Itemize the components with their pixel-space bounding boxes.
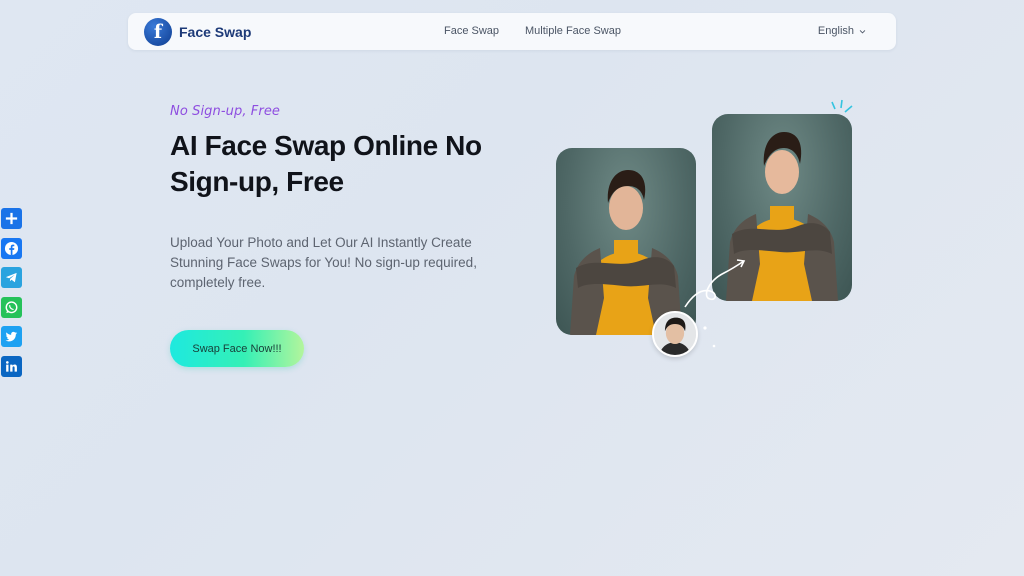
nav-link-multiple-face-swap[interactable]: Multiple Face Swap — [525, 25, 621, 37]
brand-name: Face Swap — [179, 24, 252, 40]
chevron-down-icon — [859, 29, 866, 34]
top-navbar: f Face Swap Face Swap Multiple Face Swap… — [128, 13, 896, 50]
facebook-icon — [4, 241, 19, 255]
nav-link-face-swap[interactable]: Face Swap — [444, 25, 499, 37]
original-photo — [556, 148, 696, 335]
whatsapp-share-button[interactable] — [1, 296, 22, 318]
share-button[interactable] — [1, 208, 22, 229]
twitter-share-button[interactable] — [1, 326, 22, 347]
language-label: English — [817, 25, 854, 37]
linkedin-icon — [6, 360, 17, 372]
whatsapp-icon — [5, 300, 18, 313]
language-selector[interactable]: English — [818, 25, 866, 37]
face-source-avatar — [652, 311, 698, 357]
swap-arrow-icon — [684, 259, 746, 308]
face-swap-logo: f — [144, 18, 172, 46]
brand-link[interactable]: f Face Swap — [144, 18, 251, 46]
telegram-share-button[interactable] — [1, 267, 22, 288]
plus-icon — [5, 212, 18, 225]
face-source-image — [654, 313, 696, 355]
man-yellow-sweater-photo — [570, 170, 682, 335]
hero-description: Upload Your Photo and Let Our AI Instant… — [170, 235, 477, 290]
share-sidebar — [1, 208, 23, 385]
linkedin-share-button[interactable] — [1, 355, 22, 377]
swap-face-now-button[interactable]: Swap Face Now!!! — [170, 330, 304, 367]
sparkle-icon — [831, 99, 853, 113]
facebook-share-button[interactable] — [1, 237, 22, 259]
dots-decoration-icon — [703, 326, 716, 348]
twitter-icon — [5, 331, 18, 342]
tagline: No Sign-up, Free — [170, 104, 281, 119]
page-title: AI Face Swap Online No Sign-up, Free — [170, 130, 482, 197]
telegram-icon — [5, 272, 17, 283]
